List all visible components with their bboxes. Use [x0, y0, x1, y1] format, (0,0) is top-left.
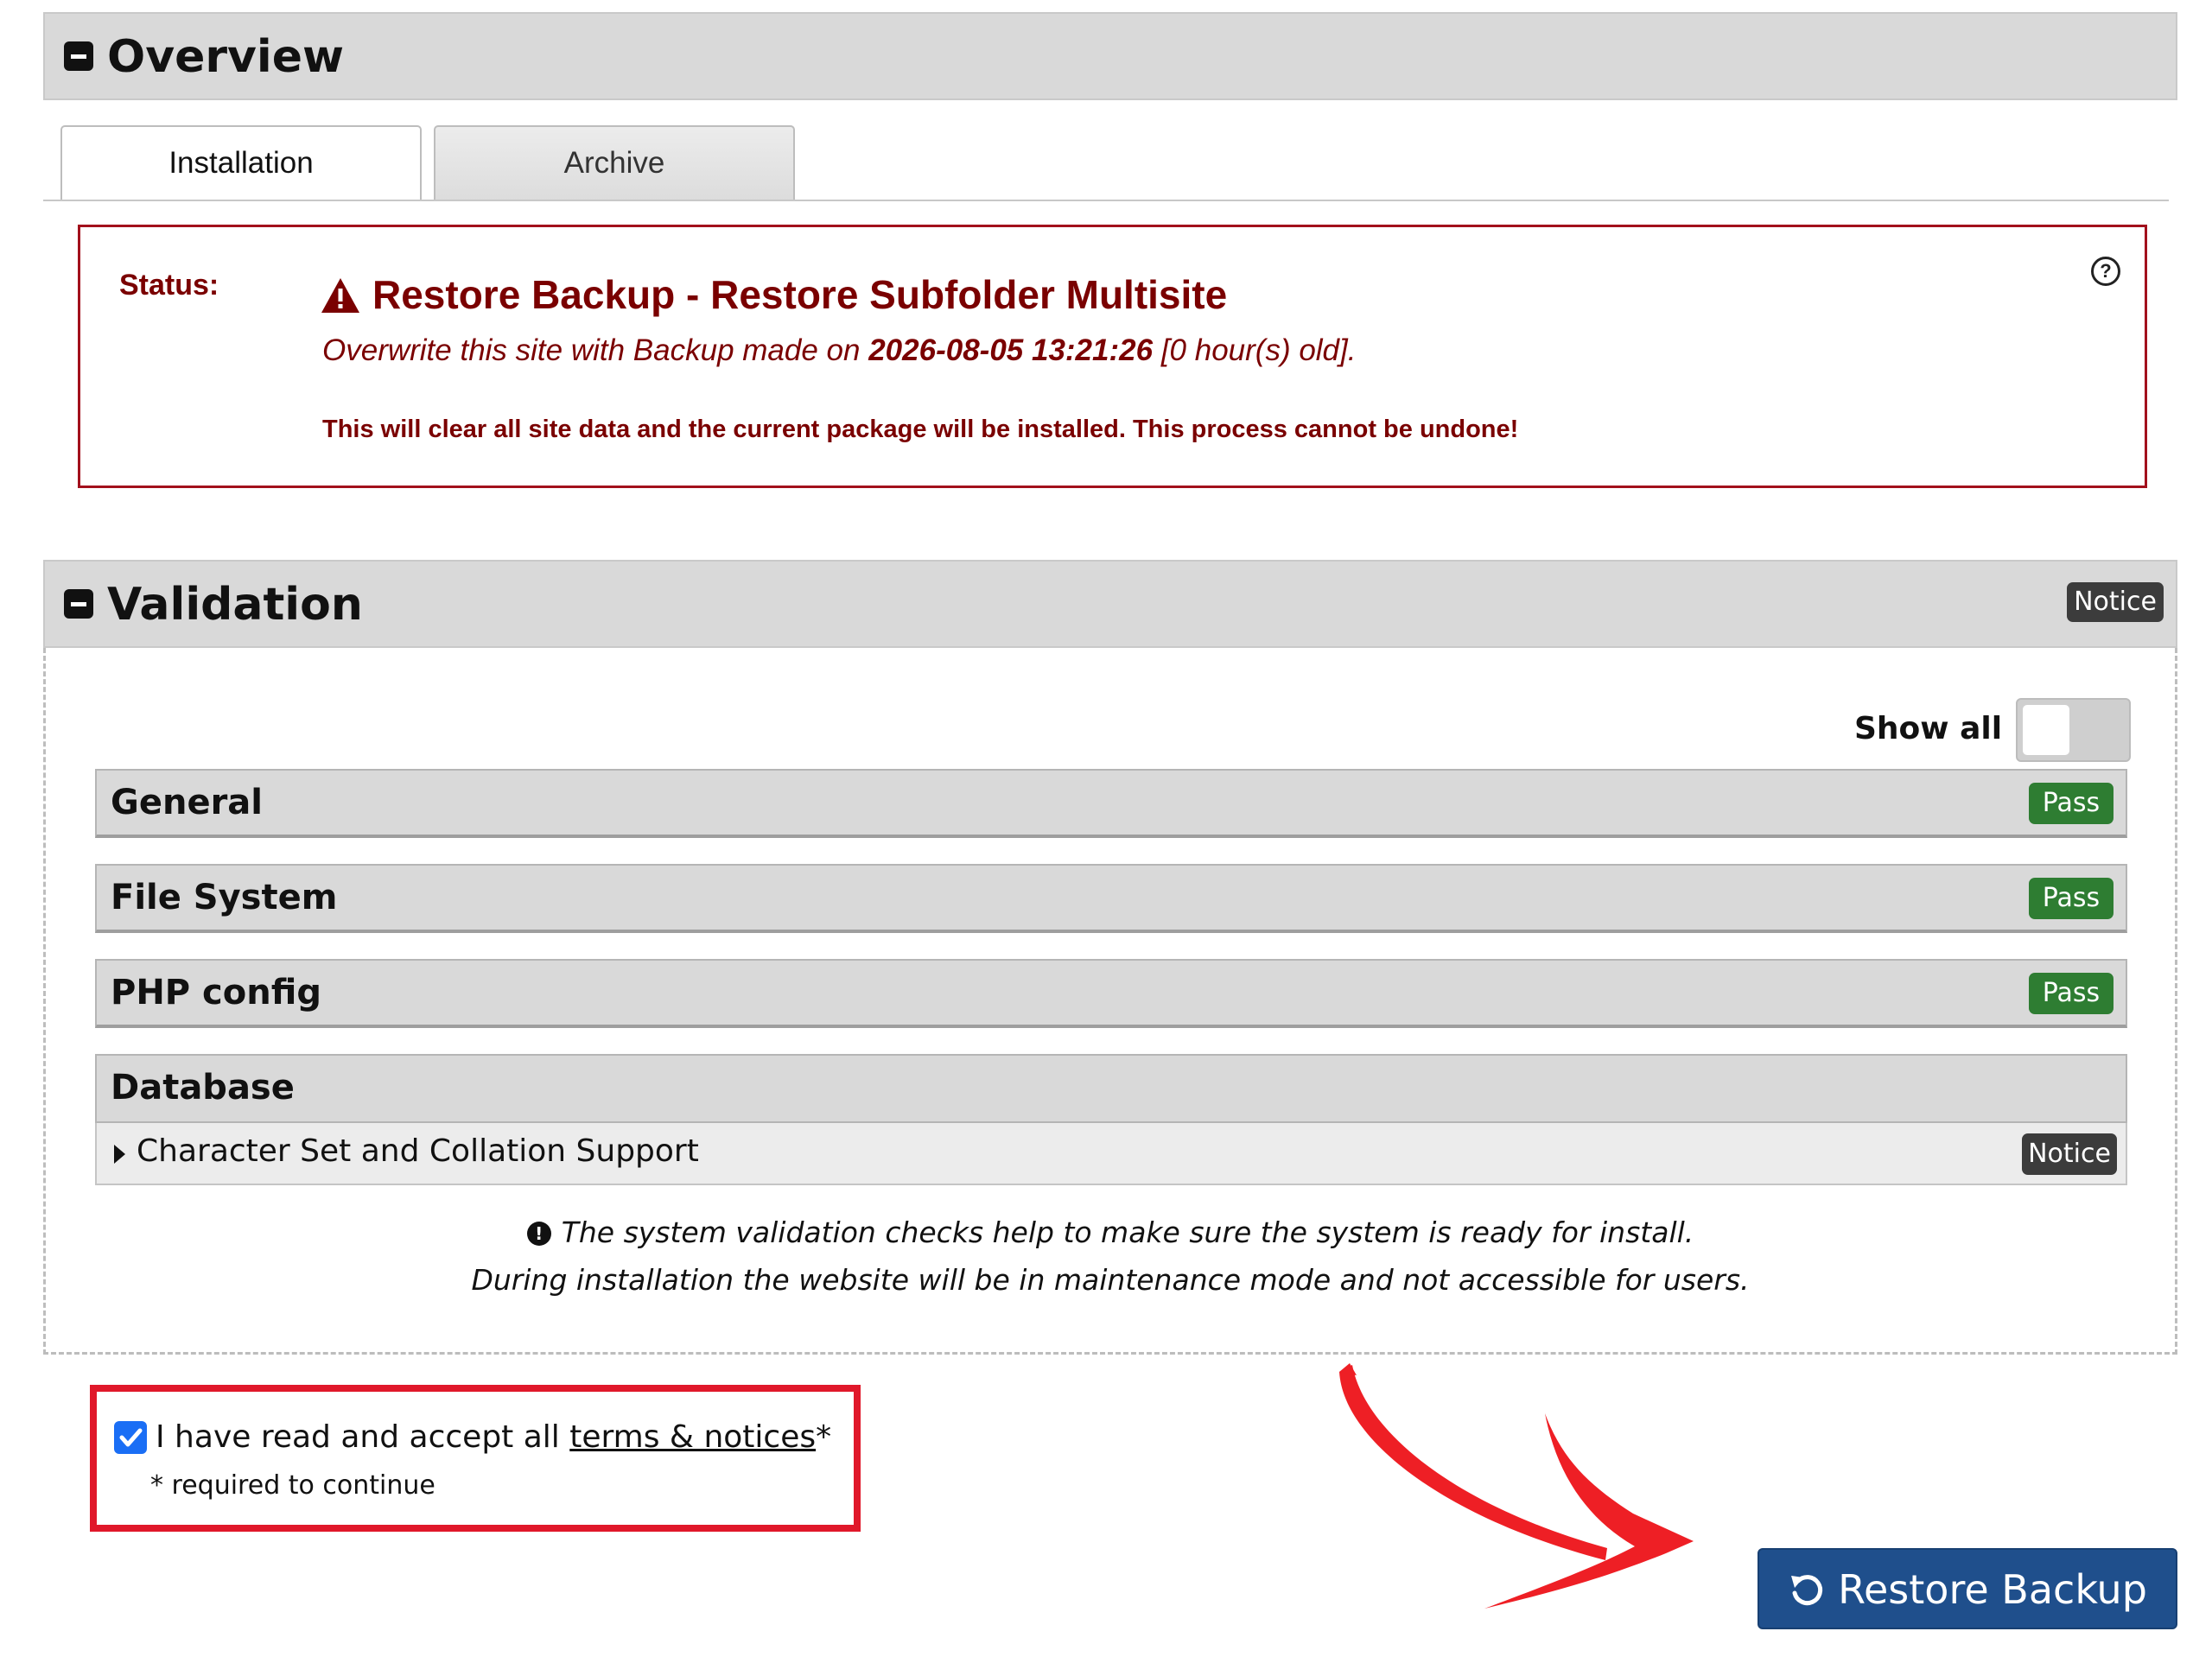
- show-all-toggle[interactable]: [2016, 698, 2131, 762]
- restore-backup-label: Restore Backup: [1838, 1566, 2147, 1613]
- notice-badge: Notice: [2022, 1133, 2117, 1175]
- help-icon[interactable]: ?: [2091, 257, 2120, 286]
- overview-header[interactable]: Overview: [43, 12, 2177, 100]
- check-row-general[interactable]: General Pass: [95, 769, 2127, 838]
- restore-backup-button[interactable]: Restore Backup: [1758, 1548, 2177, 1629]
- info-line-2: During installation the website will be …: [471, 1263, 1750, 1297]
- red-arrow-annotation: [1339, 1363, 1694, 1609]
- check-title: File System: [111, 878, 338, 917]
- required-asterisk: *: [816, 1419, 832, 1455]
- accept-checkbox[interactable]: [114, 1421, 147, 1454]
- pass-badge: Pass: [2029, 973, 2113, 1014]
- validation-header[interactable]: Validation Notice: [43, 560, 2177, 648]
- backup-date: 2026-08-05 13:21:26: [868, 333, 1154, 367]
- warning-icon: [320, 276, 361, 314]
- show-all-label: Show all: [1854, 711, 2003, 746]
- collapse-icon[interactable]: [64, 589, 93, 619]
- pass-badge: Pass: [2029, 783, 2113, 824]
- accept-text: I have read and accept all: [156, 1419, 570, 1455]
- tab-underline: [43, 200, 2169, 201]
- status-warning: This will clear all site data and the cu…: [322, 416, 1519, 443]
- check-row-php-config[interactable]: PHP config Pass: [95, 959, 2127, 1028]
- info-line-1-text: The system validation checks help to mak…: [561, 1216, 1694, 1249]
- tab-archive[interactable]: Archive: [434, 125, 795, 201]
- check-title: Database: [111, 1068, 295, 1108]
- sub-row-charset[interactable]: Character Set and Collation Support Noti…: [95, 1123, 2127, 1185]
- pass-badge: Pass: [2029, 878, 2113, 919]
- accept-highlight-frame: [90, 1385, 861, 1532]
- status-box: Status: Restore Backup - Restore Subfold…: [78, 225, 2147, 488]
- check-icon: [119, 1428, 143, 1447]
- terms-link[interactable]: terms & notices: [569, 1419, 816, 1455]
- undo-icon: [1791, 1575, 1823, 1606]
- info-icon: !: [526, 1222, 551, 1246]
- status-subtitle-prefix: Overwrite this site with Backup made on: [322, 333, 869, 367]
- validation-title: Validation: [107, 579, 363, 631]
- check-title: PHP config: [111, 973, 321, 1012]
- overview-title: Overview: [107, 31, 345, 83]
- required-note: * required to continue: [150, 1470, 435, 1501]
- accept-label[interactable]: I have read and accept all terms & notic…: [156, 1419, 831, 1455]
- toggle-knob: [2023, 705, 2069, 755]
- caret-right-icon[interactable]: [114, 1145, 125, 1164]
- status-subtitle-suffix: [0 hour(s) old].: [1153, 333, 1357, 367]
- check-row-file-system[interactable]: File System Pass: [95, 864, 2127, 933]
- validation-notice-badge: Notice: [2067, 582, 2164, 622]
- status-label: Status:: [119, 269, 219, 301]
- status-subtitle: Overwrite this site with Backup made on …: [322, 333, 1356, 368]
- check-row-database[interactable]: Database: [95, 1054, 2127, 1123]
- check-title: General: [111, 783, 263, 822]
- sub-row-label: Character Set and Collation Support: [137, 1133, 699, 1169]
- status-title: Restore Backup - Restore Subfolder Multi…: [372, 272, 1228, 317]
- collapse-icon[interactable]: [64, 41, 93, 71]
- info-line-1: ! The system validation checks help to ma…: [43, 1216, 2177, 1249]
- tab-installation[interactable]: Installation: [60, 125, 422, 201]
